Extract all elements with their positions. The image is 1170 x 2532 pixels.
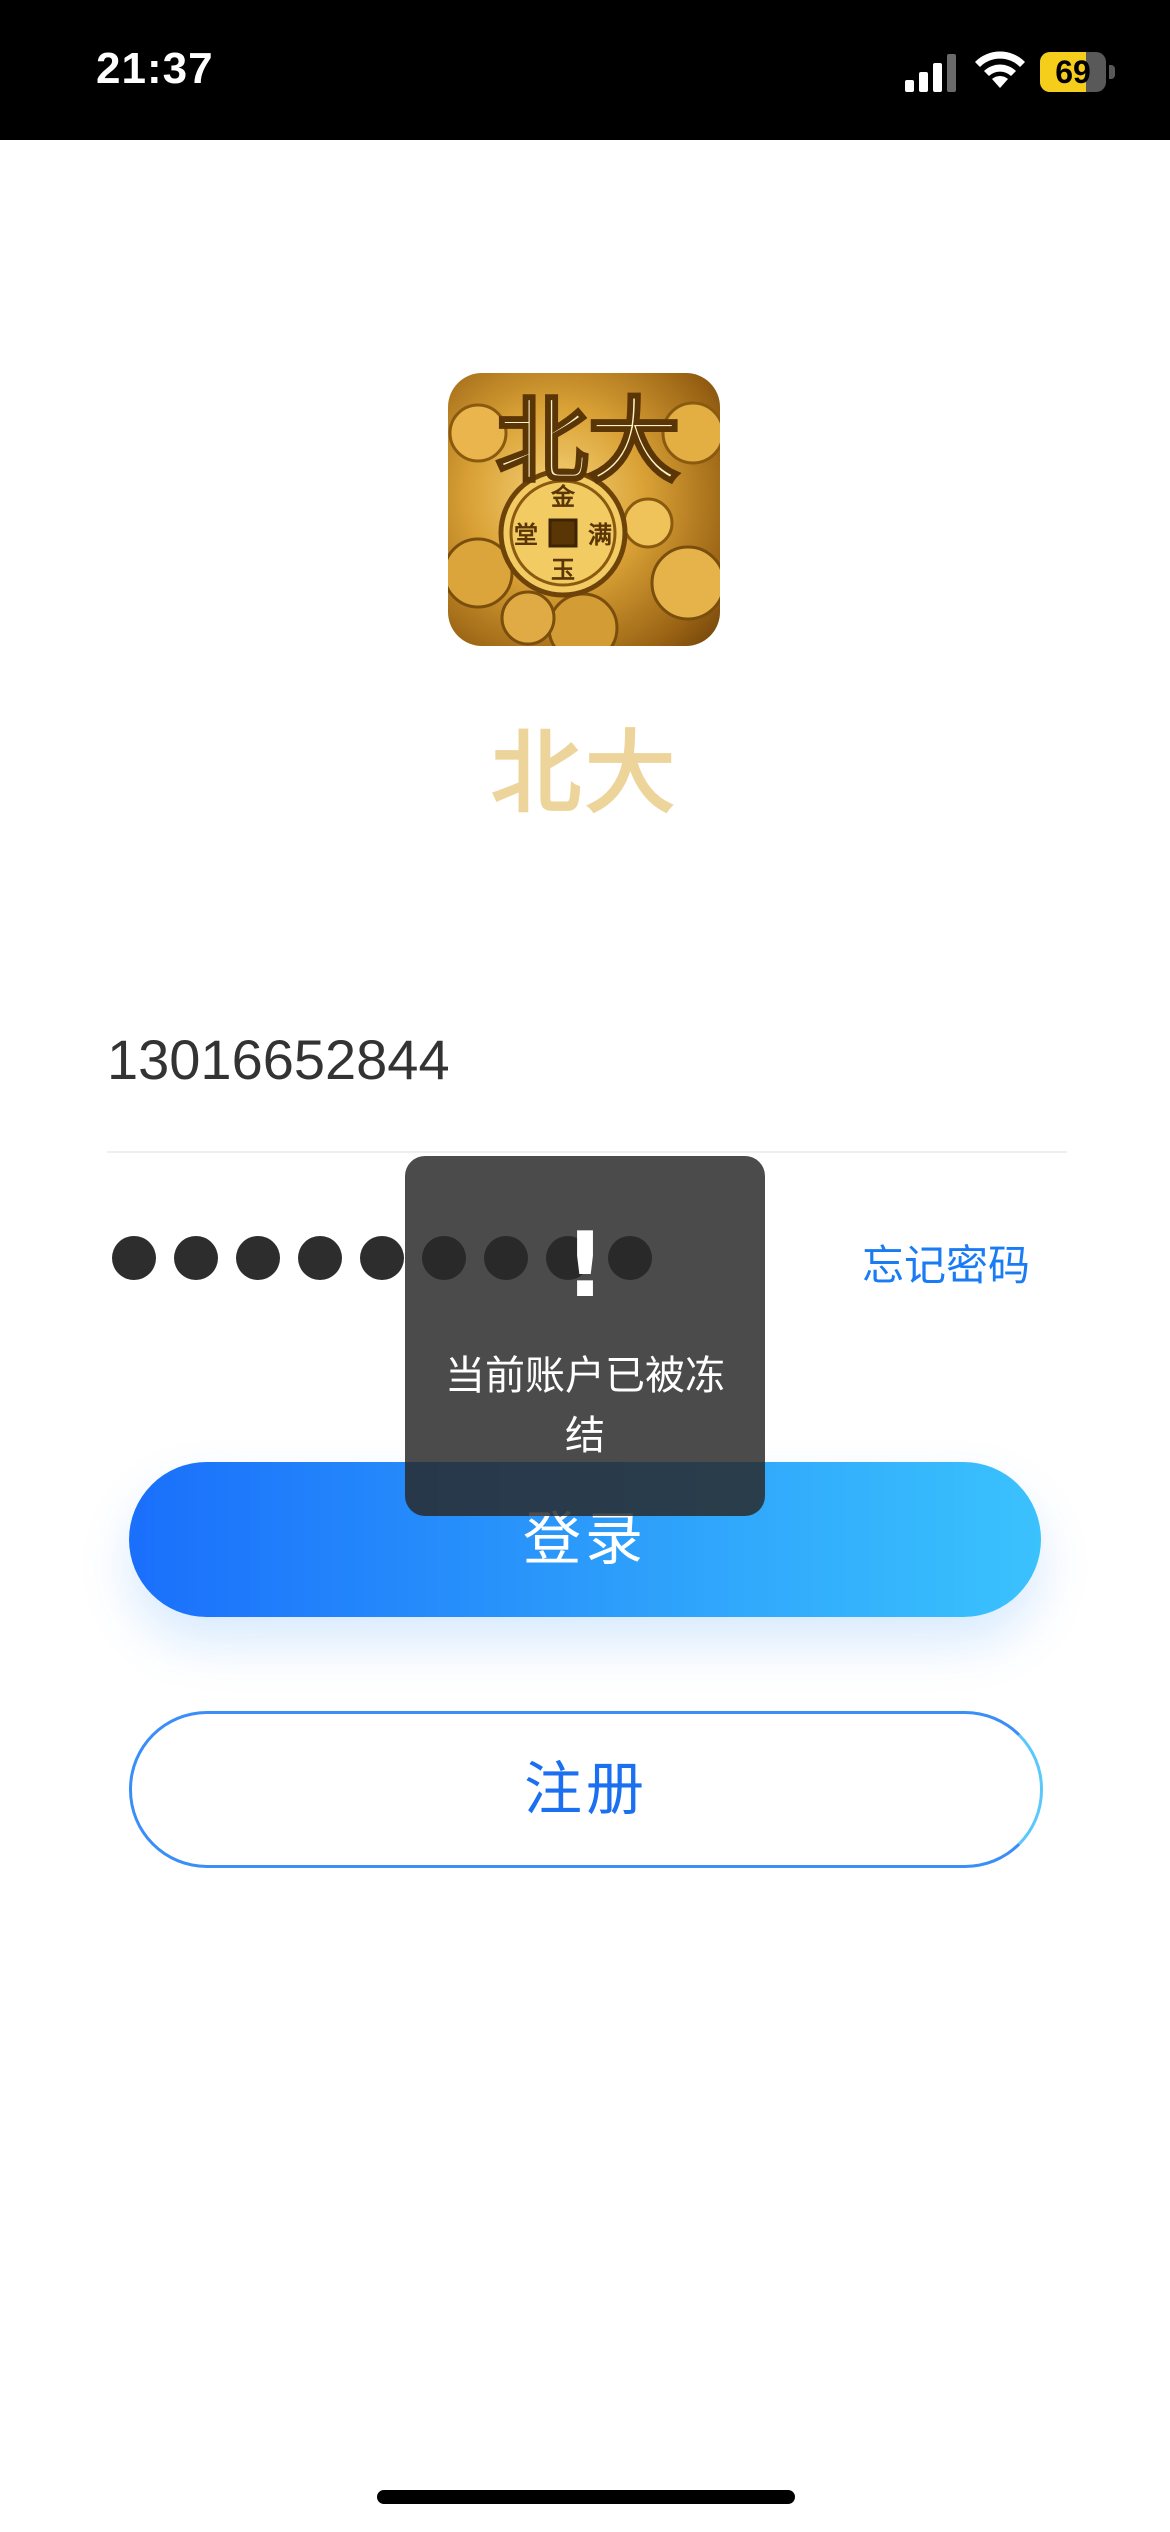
battery-icon: 69 (1040, 52, 1116, 92)
status-bar: 21:37 69 (0, 0, 1170, 140)
password-mask-dot (298, 1236, 342, 1280)
error-toast: ! 当前账户已被冻结 (405, 1156, 765, 1516)
logo-glyph-text: 北大 (496, 387, 680, 495)
app-logo: 金 满 玉 堂 北大 (448, 373, 720, 646)
toast-message: 当前账户已被冻结 (445, 1353, 725, 1459)
forgot-password-link[interactable]: 忘记密码 (862, 1232, 1030, 1300)
phone-input[interactable]: 13016652844 (107, 1010, 1067, 1110)
password-mask-dot (360, 1236, 404, 1280)
exclamation-icon: ! (564, 1213, 606, 1318)
coin-char-left: 堂 (514, 521, 538, 549)
password-mask-dot (236, 1236, 280, 1280)
coin-char-right: 满 (588, 521, 612, 549)
battery-body: 69 (1040, 52, 1106, 92)
battery-tip (1109, 65, 1115, 79)
register-button[interactable]: 注册 (129, 1711, 1043, 1868)
battery-level: 69 (1055, 54, 1091, 90)
coin-char-bottom: 玉 (551, 556, 575, 584)
signal-icon (905, 54, 956, 92)
phone-divider (107, 1151, 1067, 1153)
home-indicator[interactable] (377, 2490, 795, 2504)
status-time: 21:37 (96, 44, 214, 93)
app-name: 北大 (491, 721, 679, 826)
app-logo-artwork: 金 满 玉 堂 北大 (448, 386, 720, 646)
password-mask-dot (174, 1236, 218, 1280)
wifi-icon (975, 51, 1025, 88)
password-mask-dot (112, 1236, 156, 1280)
